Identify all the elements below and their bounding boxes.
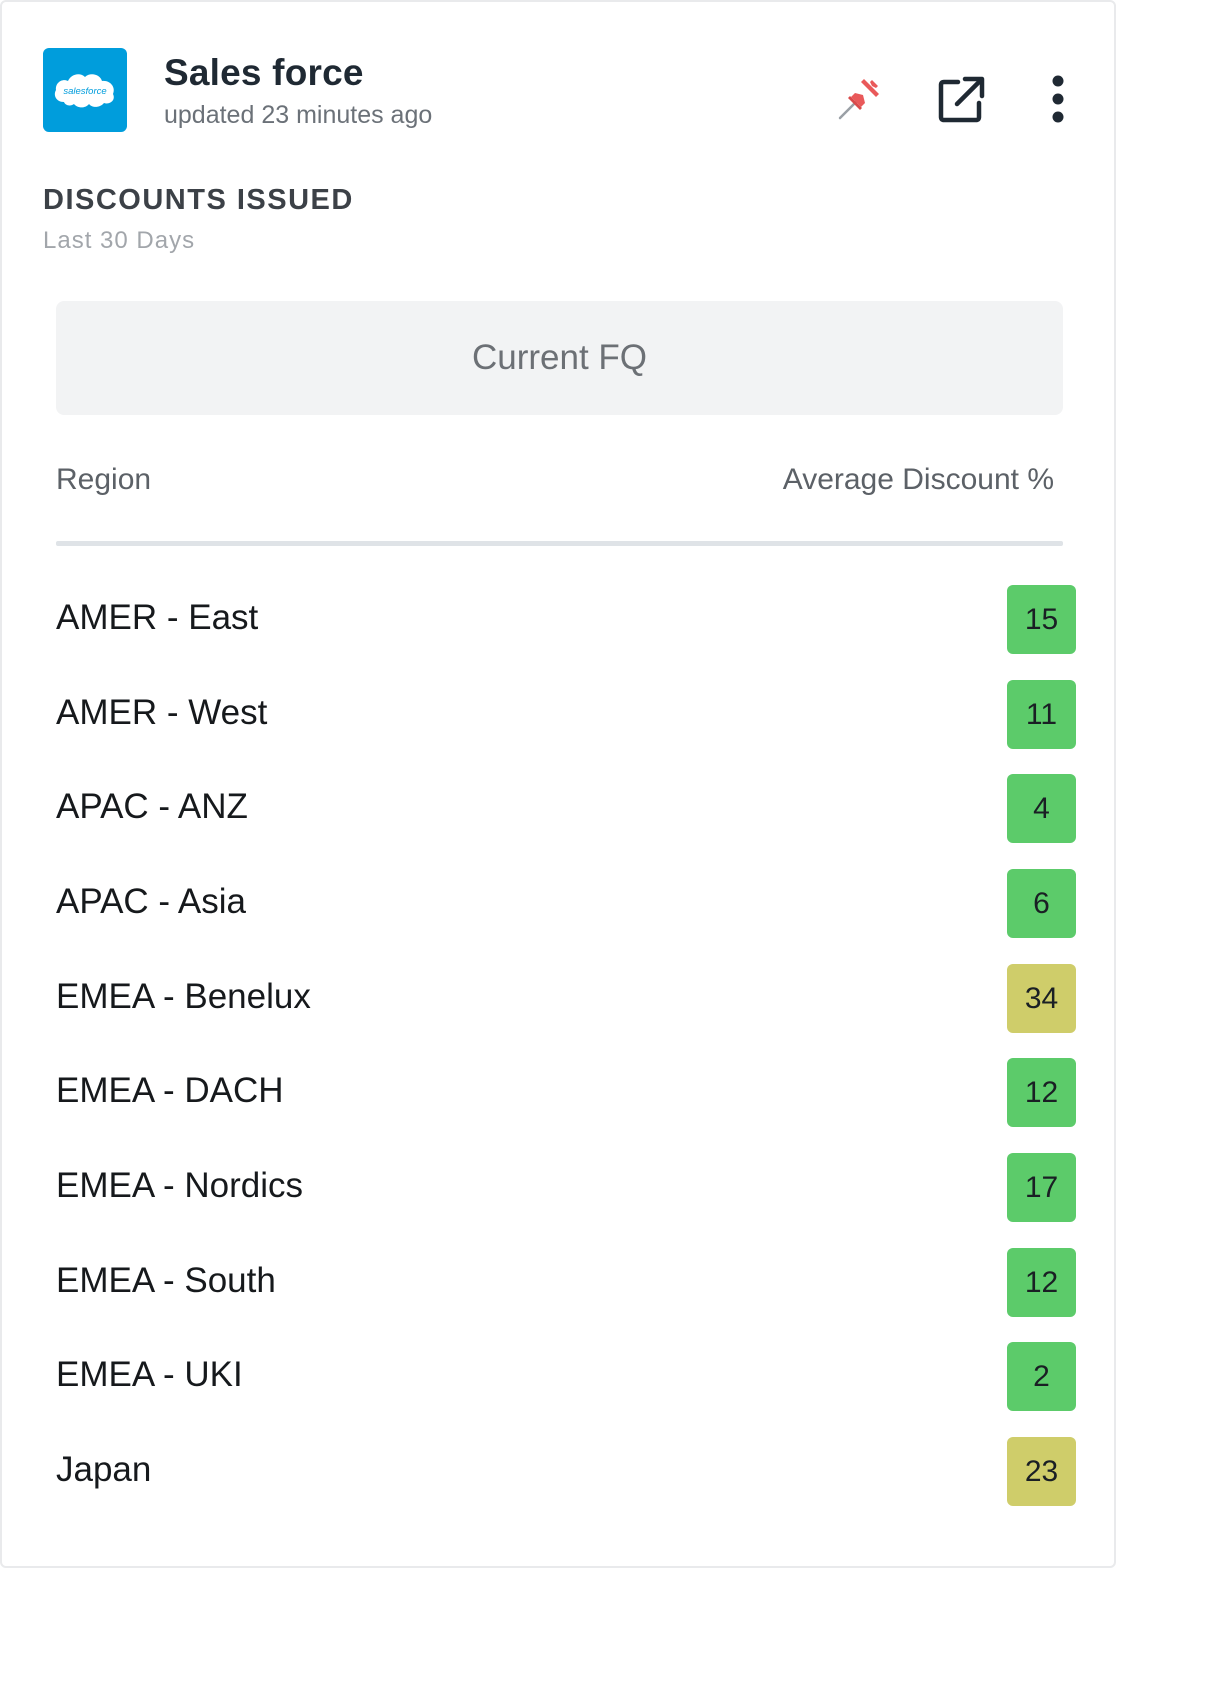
table-row: EMEA - UKI 2 bbox=[56, 1342, 1076, 1412]
region-label: APAC - Asia bbox=[56, 882, 246, 921]
table-row: APAC - ANZ 4 bbox=[56, 774, 1076, 844]
region-label: EMEA - Nordics bbox=[56, 1166, 303, 1205]
discount-value-badge: 11 bbox=[1007, 680, 1076, 749]
salesforce-logo: salesforce bbox=[43, 48, 127, 132]
discount-value-badge: 12 bbox=[1007, 1248, 1076, 1317]
region-label: AMER - West bbox=[56, 693, 268, 732]
table-row: Japan 23 bbox=[56, 1437, 1076, 1507]
discounts-widget-card: salesforce Sales force updated 23 minute… bbox=[0, 0, 1116, 1568]
table-row: APAC - Asia 6 bbox=[56, 869, 1076, 939]
table-row: EMEA - South 12 bbox=[56, 1248, 1076, 1318]
region-label: EMEA - South bbox=[56, 1261, 276, 1300]
discount-value-badge: 2 bbox=[1007, 1342, 1076, 1411]
external-link-icon bbox=[938, 76, 985, 123]
app-name: Sales force bbox=[164, 52, 364, 93]
last-updated-text: updated 23 minutes ago bbox=[164, 101, 433, 129]
discount-value-badge: 17 bbox=[1007, 1153, 1076, 1222]
region-label: EMEA - Benelux bbox=[56, 977, 311, 1016]
more-vertical-icon bbox=[1052, 75, 1064, 123]
widget-title: DISCOUNTS ISSUED bbox=[43, 184, 354, 216]
salesforce-cloud-icon: salesforce bbox=[54, 74, 114, 108]
region-label: AMER - East bbox=[56, 598, 259, 637]
discount-value-badge: 23 bbox=[1007, 1437, 1076, 1506]
region-label: EMEA - DACH bbox=[56, 1071, 284, 1110]
discount-value-badge: 34 bbox=[1007, 964, 1076, 1033]
table-row: EMEA - DACH 12 bbox=[56, 1058, 1076, 1128]
region-label: EMEA - UKI bbox=[56, 1355, 243, 1394]
column-header-region: Region bbox=[56, 463, 152, 496]
discount-value-badge: 4 bbox=[1007, 774, 1076, 843]
discount-value-badge: 15 bbox=[1007, 585, 1076, 654]
period-selector-button[interactable]: Current FQ bbox=[56, 301, 1063, 415]
widget-subtitle: Last 30 Days bbox=[43, 227, 196, 254]
table-row: AMER - West 11 bbox=[56, 680, 1076, 750]
region-label: APAC - ANZ bbox=[56, 787, 248, 826]
open-external-button[interactable] bbox=[934, 72, 988, 126]
discount-value-badge: 6 bbox=[1007, 869, 1076, 938]
table-header-divider bbox=[56, 541, 1063, 546]
column-header-average-discount: Average Discount % bbox=[782, 463, 1054, 496]
discount-value-badge: 12 bbox=[1007, 1058, 1076, 1127]
table-row: AMER - East 15 bbox=[56, 585, 1076, 655]
region-label: Japan bbox=[56, 1450, 152, 1489]
logo-wordmark: salesforce bbox=[63, 86, 106, 97]
table-row: EMEA - Nordics 17 bbox=[56, 1153, 1076, 1223]
more-options-button[interactable] bbox=[1038, 72, 1078, 126]
table-row: EMEA - Benelux 34 bbox=[56, 964, 1076, 1034]
page-canvas: salesforce Sales force updated 23 minute… bbox=[0, 0, 1212, 1703]
pin-icon bbox=[838, 79, 879, 120]
pin-button[interactable] bbox=[834, 70, 888, 124]
